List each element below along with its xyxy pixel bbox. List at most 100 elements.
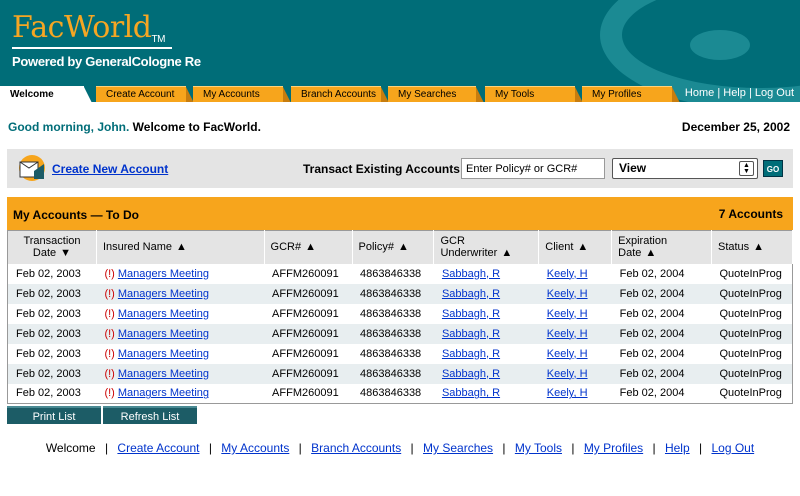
tab-branch-accounts[interactable]: Branch Accounts	[291, 86, 389, 102]
cell-status: QuoteInProg	[711, 343, 793, 364]
help-link[interactable]: Help	[723, 87, 746, 99]
underwriter-link[interactable]: Sabbagh, R	[442, 368, 500, 380]
col-gcr[interactable]: GCR# ▲	[264, 230, 353, 264]
footer-link-help[interactable]: Help	[665, 441, 690, 455]
cell-expiration-date: Feb 02, 2004	[611, 283, 712, 304]
footer-link-log-out[interactable]: Log Out	[711, 441, 754, 455]
tab-my-tools[interactable]: My Tools	[485, 86, 583, 102]
cell-expiration-date: Feb 02, 2004	[611, 263, 712, 284]
col-insured-name[interactable]: Insured Name ▲	[96, 230, 265, 264]
header-swoosh-dot	[690, 30, 750, 60]
footer-link-create-account[interactable]: Create Account	[117, 441, 199, 455]
col-gcr-underwriter[interactable]: GCR Underwriter ▲	[433, 230, 540, 264]
client-link[interactable]: Keely, H	[547, 348, 588, 360]
cell-insured-name: (!) Managers Meeting	[96, 383, 265, 404]
cell-transaction-date: Feb 02, 2003	[7, 303, 97, 324]
create-new-account-link[interactable]: Create New Account	[52, 162, 168, 176]
client-link[interactable]: Keely, H	[547, 328, 588, 340]
table-row: Feb 02, 2003 (!) Managers Meeting AFFM2600…	[7, 343, 793, 364]
cell-insured-name: (!) Managers Meeting	[96, 303, 265, 324]
footer-link-my-accounts[interactable]: My Accounts	[221, 441, 289, 455]
table-row: Feb 02, 2003 (!) Managers Meeting AFFM2600…	[7, 263, 793, 284]
greeting-welcome: Welcome to FacWorld.	[132, 120, 261, 134]
account-action-bar: Create New Account Transact Existing Acc…	[7, 149, 793, 188]
cell-expiration-date: Feb 02, 2004	[611, 343, 712, 364]
underwriter-link[interactable]: Sabbagh, R	[442, 288, 500, 300]
account-folder-icon	[19, 155, 45, 181]
view-select[interactable]: View ▲ ▼	[612, 158, 758, 179]
footer-link-branch-accounts[interactable]: Branch Accounts	[311, 441, 401, 455]
policy-search-input[interactable]	[461, 158, 605, 179]
underwriter-link[interactable]: Sabbagh, R	[442, 268, 500, 280]
insured-name-link[interactable]: Managers Meeting	[118, 368, 209, 380]
sort-asc-icon: ▲	[397, 241, 409, 254]
cell-transaction-date: Feb 02, 2003	[7, 363, 97, 384]
table-row: Feb 02, 2003 (!) Managers Meeting AFFM2600…	[7, 283, 793, 304]
insured-name-link[interactable]: Managers Meeting	[118, 348, 209, 360]
alert-flag-icon: (!)	[104, 287, 115, 300]
logout-link[interactable]: Log Out	[755, 87, 794, 99]
footer-nav: Welcome | Create Account | My Accounts |…	[45, 441, 755, 455]
cell-underwriter: Sabbagh, R	[433, 363, 539, 384]
cell-insured-name: (!) Managers Meeting	[96, 283, 265, 304]
print-list-button[interactable]: Print List	[7, 406, 101, 424]
cell-expiration-date: Feb 02, 2004	[611, 383, 712, 404]
app-header: FacWorldTM Powered by GeneralCologne Re …	[0, 0, 800, 102]
col-expiration-date[interactable]: Expiration Date ▲	[611, 230, 712, 264]
cell-insured-name: (!) Managers Meeting	[96, 363, 265, 384]
underwriter-link[interactable]: Sabbagh, R	[442, 328, 500, 340]
cell-policy: 4863846338	[352, 363, 434, 384]
client-link[interactable]: Keely, H	[547, 387, 588, 399]
client-link[interactable]: Keely, H	[547, 288, 588, 300]
tab-my-searches[interactable]: My Searches	[388, 86, 484, 102]
go-button[interactable]: GO	[763, 160, 783, 177]
cell-gcr: AFFM260091	[264, 303, 352, 324]
col-transaction-date[interactable]: Transaction Date ▼	[7, 230, 97, 264]
cell-policy: 4863846338	[352, 323, 434, 344]
home-link[interactable]: Home	[685, 87, 714, 99]
underwriter-link[interactable]: Sabbagh, R	[442, 348, 500, 360]
insured-name-link[interactable]: Managers Meeting	[118, 268, 209, 280]
cell-client: Keely, H	[538, 263, 612, 284]
insured-name-link[interactable]: Managers Meeting	[118, 328, 209, 340]
cell-client: Keely, H	[538, 383, 612, 404]
current-date: December 25, 2002	[681, 120, 790, 134]
underwriter-link[interactable]: Sabbagh, R	[442, 387, 500, 399]
sort-asc-icon: ▲	[176, 241, 187, 254]
col-client[interactable]: Client ▲	[538, 230, 613, 264]
cell-policy: 4863846338	[352, 283, 434, 304]
client-link[interactable]: Keely, H	[547, 308, 588, 320]
col-policy[interactable]: Policy# ▲	[352, 230, 435, 264]
cell-underwriter: Sabbagh, R	[433, 283, 539, 304]
refresh-list-button[interactable]: Refresh List	[103, 406, 197, 424]
cell-policy: 4863846338	[352, 303, 434, 324]
sort-asc-icon: ▲	[305, 241, 316, 254]
footer-link-my-searches[interactable]: My Searches	[423, 441, 493, 455]
table-row: Feb 02, 2003 (!) Managers Meeting AFFM2600…	[7, 323, 793, 344]
footer-link-my-profiles[interactable]: My Profiles	[584, 441, 643, 455]
underwriter-link[interactable]: Sabbagh, R	[442, 308, 500, 320]
cell-insured-name: (!) Managers Meeting	[96, 263, 265, 284]
cell-gcr: AFFM260091	[264, 343, 352, 364]
insured-name-link[interactable]: Managers Meeting	[118, 308, 209, 320]
tab-my-accounts[interactable]: My Accounts	[193, 86, 291, 102]
col-status[interactable]: Status ▲	[711, 230, 794, 264]
alert-flag-icon: (!)	[104, 387, 115, 400]
cell-transaction-date: Feb 02, 2003	[7, 383, 97, 404]
cell-expiration-date: Feb 02, 2004	[611, 323, 712, 344]
tab-create-account[interactable]: Create Account	[96, 86, 194, 102]
client-link[interactable]: Keely, H	[547, 368, 588, 380]
footer-link-my-tools[interactable]: My Tools	[515, 441, 562, 455]
insured-name-link[interactable]: Managers Meeting	[118, 288, 209, 300]
table-header-row: Transaction Date ▼ Insured Name ▲ GCR# ▲ Po…	[7, 230, 794, 264]
tab-my-profiles[interactable]: My Profiles	[582, 86, 680, 102]
client-link[interactable]: Keely, H	[547, 268, 588, 280]
cell-expiration-date: Feb 02, 2004	[611, 363, 712, 384]
tab-welcome[interactable]: Welcome	[0, 86, 92, 102]
sort-asc-icon: ▲	[501, 247, 513, 260]
cell-expiration-date: Feb 02, 2004	[611, 303, 712, 324]
cell-status: QuoteInProg	[711, 283, 793, 304]
insured-name-link[interactable]: Managers Meeting	[118, 387, 209, 399]
cell-client: Keely, H	[538, 303, 612, 324]
sort-desc-icon: ▼	[60, 247, 72, 260]
